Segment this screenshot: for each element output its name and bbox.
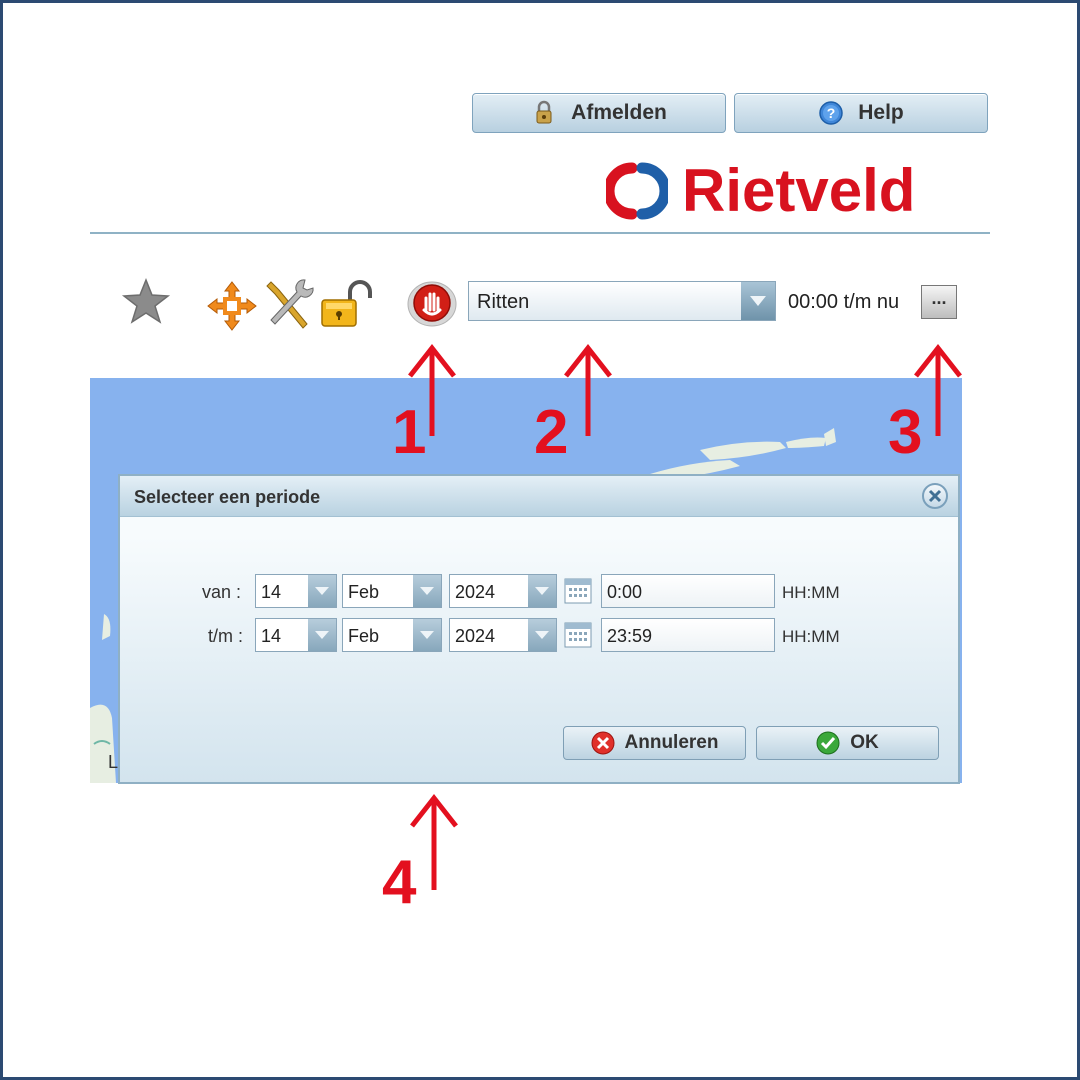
cancel-icon [591,731,615,755]
tools-settings-icon[interactable] [263,276,315,337]
period-text: 00:00 t/m nu [788,291,900,313]
dialog-title-bar: Selecteer een periode [120,476,958,517]
from-label: van : [202,582,242,602]
to-time-input[interactable]: 23:59 [601,618,775,652]
annotation-number-2: 2 [534,398,569,467]
ok-label: OK [850,732,879,753]
unlocked-padlock-icon[interactable] [320,278,378,335]
annotation-number-3: 3 [888,398,923,467]
from-year-value: 2024 [455,582,496,602]
from-time-format: HH:MM [782,583,840,602]
from-time-value: 0:00 [607,582,643,602]
from-year-select[interactable]: 2024 [449,574,557,608]
from-day-select[interactable]: 14 [255,574,337,608]
period-dialog: Selecteer een periode van : 14 Feb 2024 … [118,474,960,784]
chevron-down-icon[interactable] [741,282,775,320]
help-button[interactable]: ? Help [734,93,988,133]
favorites-star-icon[interactable] [120,276,172,333]
ok-button[interactable]: OK [756,726,939,760]
stop-hand-icon[interactable] [406,280,458,333]
to-year-select[interactable]: 2024 [449,618,557,652]
brand-mark-icon [606,162,668,220]
period-select-button[interactable]: ... [921,285,957,319]
to-month-select[interactable]: Feb [342,618,442,652]
chevron-down-icon[interactable] [308,619,336,651]
calendar-icon[interactable] [564,622,592,648]
svg-text:?: ? [827,105,836,121]
to-time-value: 23:59 [607,626,653,646]
help-label: Help [858,101,904,124]
padlock-user-icon [531,99,557,127]
center-move-icon[interactable] [206,280,258,337]
brand-name: Rietveld [682,157,916,224]
chevron-down-icon[interactable] [528,619,556,651]
from-day-value: 14 [261,582,282,602]
cancel-label: Annuleren [624,732,719,753]
annotation-number-1: 1 [392,398,427,467]
calendar-icon[interactable] [564,578,592,604]
to-label: t/m : [208,626,243,646]
annotation-number-4: 4 [382,848,417,917]
report-type-value: Ritten [477,291,530,313]
brand-logo: Rietveld [606,160,915,222]
help-icon: ? [818,100,844,126]
report-type-select[interactable]: Ritten [468,281,776,321]
to-month-value: Feb [348,626,380,646]
logout-button[interactable]: Afmelden [472,93,726,133]
from-month-select[interactable]: Feb [342,574,442,608]
chevron-down-icon[interactable] [413,575,441,607]
to-day-value: 14 [261,626,282,646]
chevron-down-icon[interactable] [528,575,556,607]
to-day-select[interactable]: 14 [255,618,337,652]
map-attribution-letter: L [108,752,119,772]
logout-label: Afmelden [571,101,667,124]
to-year-value: 2024 [455,626,496,646]
checkmark-icon [816,731,840,755]
close-icon[interactable] [922,483,948,509]
from-month-value: Feb [348,582,380,602]
from-time-input[interactable]: 0:00 [601,574,775,608]
dialog-title: Selecteer een periode [134,487,321,507]
to-time-format: HH:MM [782,627,840,646]
header-divider [90,232,990,234]
cancel-button[interactable]: Annuleren [563,726,746,760]
chevron-down-icon[interactable] [308,575,336,607]
chevron-down-icon[interactable] [413,619,441,651]
